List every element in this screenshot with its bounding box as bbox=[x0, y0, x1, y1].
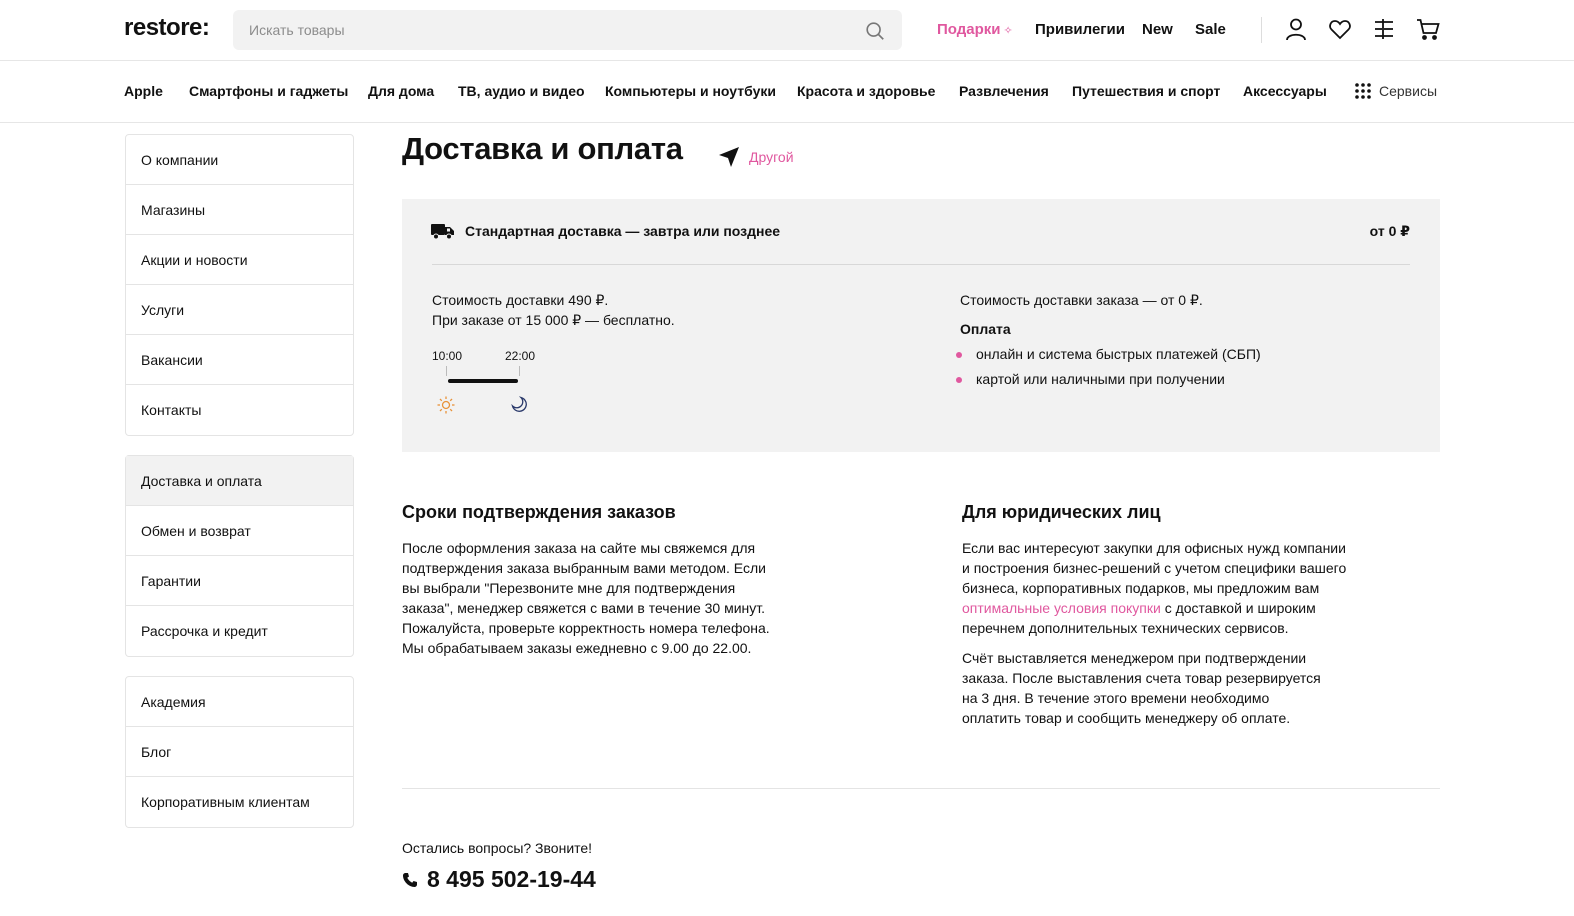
legal-line: Счёт выставляется менеджером при подтвер… bbox=[962, 650, 1307, 666]
location-arrow-icon bbox=[719, 147, 739, 167]
delivery-panel: Стандартная доставка — завтра или поздне… bbox=[402, 199, 1440, 452]
sidebar-item-contacts[interactable]: Контакты bbox=[126, 385, 353, 435]
optimal-terms-link[interactable]: оптимальные условия покупки bbox=[962, 600, 1161, 616]
nav-gifts-link[interactable]: Подарки ✧ bbox=[937, 21, 1013, 38]
sidebar-item-services[interactable]: Услуги bbox=[126, 285, 353, 335]
questions-text: Остались вопросы? Звоните! bbox=[402, 840, 593, 856]
nav-sale-link[interactable]: Sale bbox=[1195, 21, 1226, 38]
phone-link[interactable]: 8 495 502-19-44 bbox=[402, 866, 596, 893]
confirm-section-text: После оформления заказа на сайте мы свяж… bbox=[402, 538, 770, 658]
sidebar-item-promos[interactable]: Акции и новости bbox=[126, 235, 353, 285]
page-title: Доставка и оплата bbox=[402, 131, 683, 166]
category-beauty[interactable]: Красота и здоровье bbox=[797, 83, 935, 99]
search-bar bbox=[233, 10, 902, 50]
confirm-section-title: Сроки подтверждения заказов bbox=[402, 502, 676, 522]
sun-icon bbox=[437, 396, 455, 414]
category-home[interactable]: Для дома bbox=[368, 83, 434, 99]
payment-title: Оплата bbox=[960, 321, 1011, 337]
nav-new-link[interactable]: New bbox=[1142, 21, 1173, 38]
payment-item-card-cash: картой или наличными при получении bbox=[956, 371, 1225, 387]
legal-line: Если вас интересуют закупки для офисных … bbox=[962, 540, 1346, 556]
sidebar-item-about[interactable]: О компании bbox=[126, 135, 353, 185]
legal-line: на 3 дня. В течение этого времени необхо… bbox=[962, 690, 1270, 706]
delivery-cost-line: Стоимость доставки 490 ₽. bbox=[432, 292, 609, 308]
sidebar-item-stores[interactable]: Магазины bbox=[126, 185, 353, 235]
category-travel-sport[interactable]: Путешествия и спорт bbox=[1072, 83, 1220, 99]
legal-line: оплатить товар и сообщить менеджеру об о… bbox=[962, 710, 1291, 726]
phone-number: 8 495 502-19-44 bbox=[427, 866, 596, 892]
legal-section-title: Для юридических лиц bbox=[962, 502, 1161, 522]
time-start-label: 10:00 bbox=[432, 349, 463, 363]
city-link-label: Другой bbox=[749, 149, 794, 165]
confirm-line: подтверждения заказа выбранным вами мето… bbox=[402, 560, 766, 576]
heart-icon[interactable] bbox=[1327, 16, 1353, 42]
sidebar-item-returns[interactable]: Обмен и возврат bbox=[126, 506, 353, 556]
sidebar-item-corporate[interactable]: Корпоративным клиентам bbox=[126, 777, 353, 827]
services-label: Сервисы bbox=[1379, 83, 1438, 99]
legal-line: перечнем дополнительных технических серв… bbox=[962, 620, 1289, 636]
delivery-free-line: При заказе от 15 000 ₽ — бесплатно. bbox=[432, 312, 675, 328]
sidebar-item-warranty[interactable]: Гарантии bbox=[126, 556, 353, 606]
moon-icon bbox=[511, 396, 527, 412]
content-divider bbox=[402, 788, 1440, 789]
nav-gifts-label: Подарки bbox=[937, 21, 1001, 38]
category-entertainment[interactable]: Развлечения bbox=[959, 83, 1049, 99]
grid-icon bbox=[1355, 83, 1371, 99]
top-header: restore: Подарки✧ Привилегии New Sale bbox=[0, 0, 1574, 61]
delivery-time-bar bbox=[448, 379, 518, 383]
confirm-line: заказа", менеджер свяжется с вами в тече… bbox=[402, 600, 766, 616]
delivery-title: Стандартная доставка — завтра или поздне… bbox=[465, 223, 781, 239]
category-tv-audio[interactable]: ТВ, аудио и видео bbox=[458, 83, 585, 99]
sidebar-item-delivery[interactable]: Доставка и оплата bbox=[126, 456, 353, 506]
legal-line: и построения бизнес-решений с учетом спе… bbox=[962, 560, 1347, 576]
legal-paragraph-1: Если вас интересуют закупки для офисных … bbox=[962, 538, 1346, 638]
payment-item-online: онлайн и система быстрых платежей (СБП) bbox=[956, 346, 1261, 362]
time-tick-start bbox=[446, 366, 447, 376]
legal-paragraph-2: Счёт выставляется менеджером при подтвер… bbox=[962, 648, 1321, 728]
legal-line-rest: с доставкой и широким bbox=[1160, 600, 1316, 616]
category-apple[interactable]: Apple bbox=[124, 83, 163, 99]
search-icon[interactable] bbox=[864, 20, 886, 42]
sparkle-icon: ✧ bbox=[1003, 25, 1013, 37]
nav-privileges-link[interactable]: Привилегии bbox=[1035, 21, 1125, 38]
phone-icon bbox=[403, 872, 417, 887]
services-menu[interactable]: Сервисы bbox=[1354, 82, 1437, 100]
sidebar-group-customers: Доставка и оплата Обмен и возврат Гарант… bbox=[125, 455, 354, 657]
sidebar-item-blog[interactable]: Блог bbox=[126, 727, 353, 777]
category-nav: Apple Смартфоны и гаджеты Для дома ТВ, а… bbox=[0, 61, 1574, 123]
confirm-line: Мы обрабатываем заказы ежедневно с 9.00 … bbox=[402, 640, 752, 656]
confirm-line: Пожалуйста, проверьте корректность номер… bbox=[402, 620, 770, 636]
legal-line: заказа. После выставления счета товар ре… bbox=[962, 670, 1321, 686]
sidebar-group-other: Академия Блог Корпоративным клиентам bbox=[125, 676, 354, 828]
legal-line: бизнеса, корпоративных подарков, мы пред… bbox=[962, 580, 1320, 596]
legal-line-with-link: оптимальные условия покупки с доставкой … bbox=[962, 598, 1346, 618]
category-accessories[interactable]: Аксессуары bbox=[1243, 83, 1327, 99]
search-input[interactable] bbox=[249, 10, 849, 50]
category-computers[interactable]: Компьютеры и ноутбуки bbox=[605, 83, 776, 99]
sidebar-group-company: О компании Магазины Акции и новости Услу… bbox=[125, 134, 354, 436]
order-delivery-cost: Стоимость доставки заказа — от 0 ₽. bbox=[960, 292, 1203, 308]
change-city-link[interactable]: Другой bbox=[717, 145, 794, 169]
panel-divider bbox=[432, 264, 1410, 265]
compare-icon[interactable] bbox=[1371, 16, 1397, 42]
header-divider bbox=[1261, 17, 1262, 43]
time-end-label: 22:00 bbox=[505, 349, 536, 363]
delivery-price: от 0 ₽ bbox=[1369, 223, 1410, 239]
truck-icon bbox=[431, 224, 454, 240]
user-icon[interactable] bbox=[1283, 16, 1309, 42]
confirm-line: вы выбрали "Перезвоните мне для подтверж… bbox=[402, 580, 736, 596]
cart-icon[interactable] bbox=[1415, 16, 1441, 42]
time-tick-end bbox=[519, 366, 520, 376]
confirm-line: После оформления заказа на сайте мы свяж… bbox=[402, 540, 756, 556]
sidebar-item-vacancies[interactable]: Вакансии bbox=[126, 335, 353, 385]
sidebar-item-academy[interactable]: Академия bbox=[126, 677, 353, 727]
logo[interactable]: restore: bbox=[124, 14, 210, 42]
sidebar-item-credit[interactable]: Рассрочка и кредит bbox=[126, 606, 353, 656]
category-smartphones[interactable]: Смартфоны и гаджеты bbox=[189, 83, 348, 99]
